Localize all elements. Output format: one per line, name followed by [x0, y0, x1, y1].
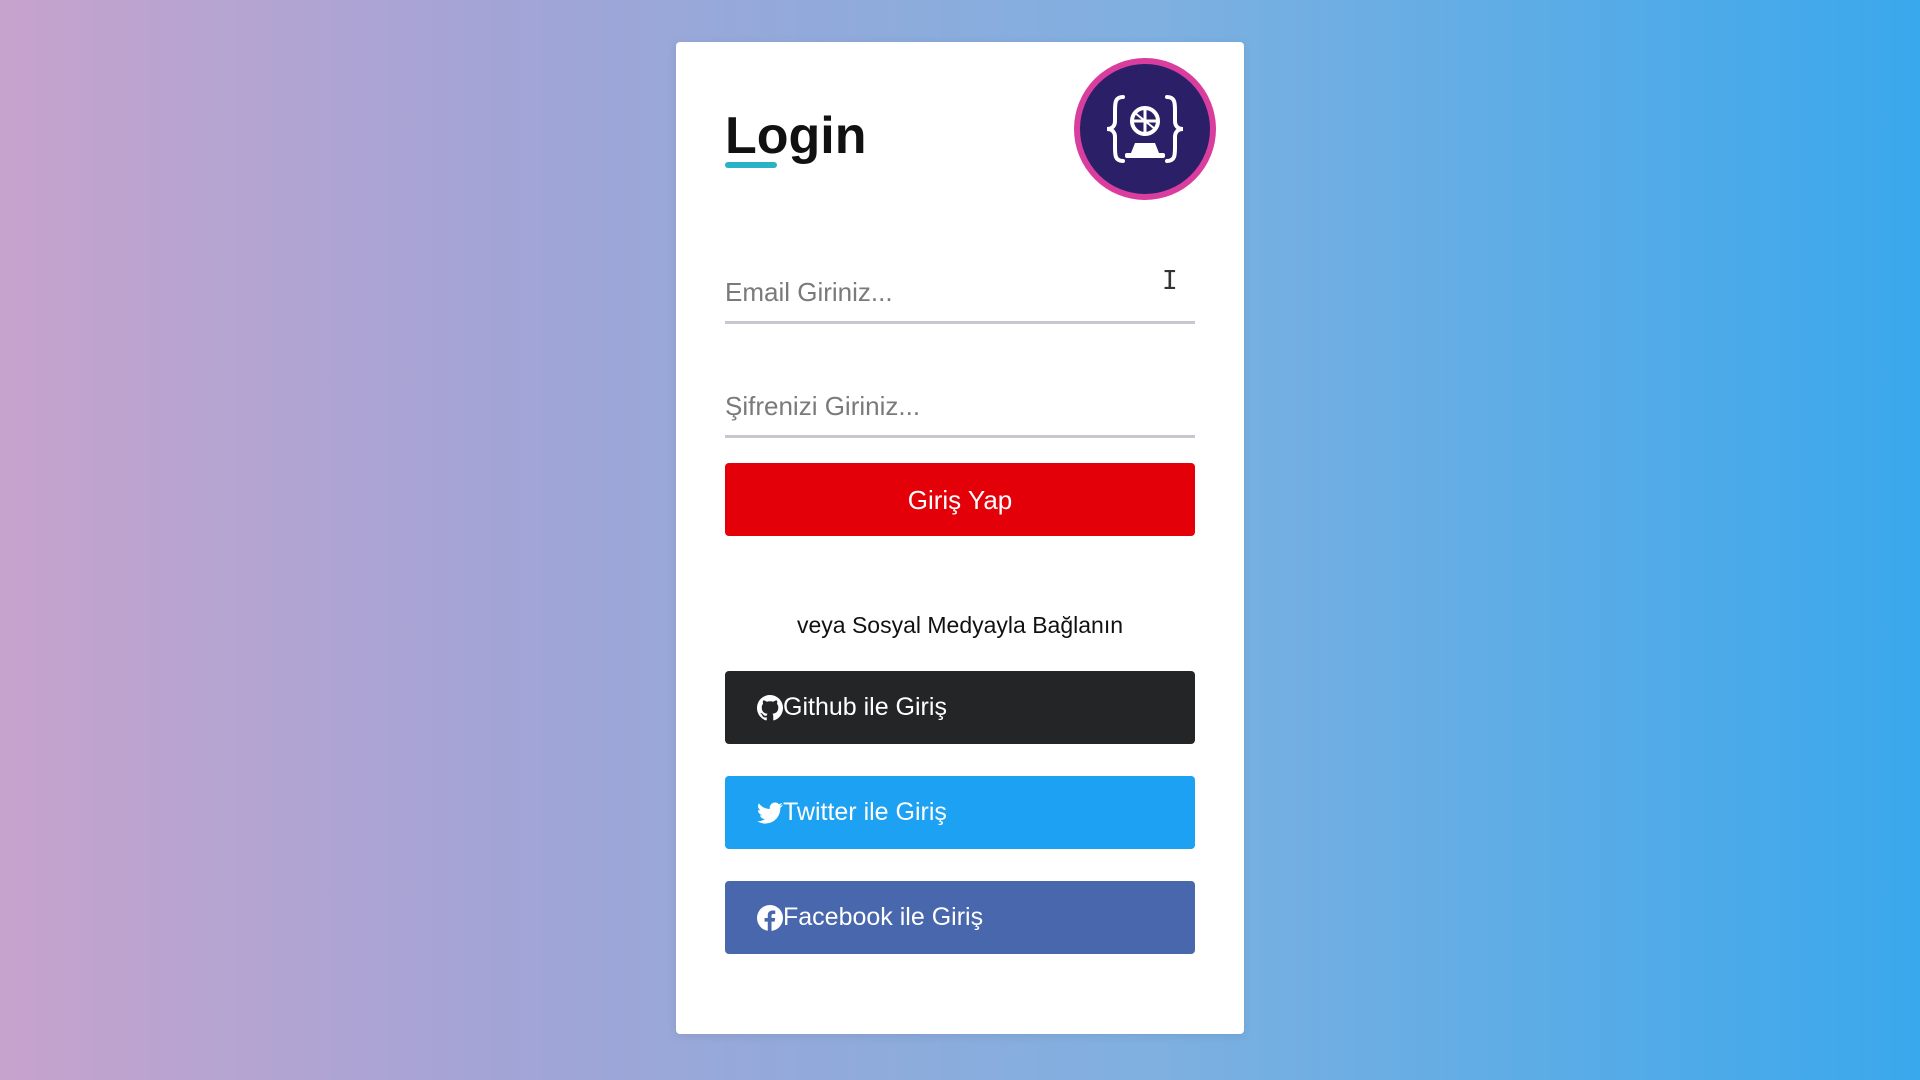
social-connect-text: veya Sosyal Medyayla Bağlanın [796, 612, 1124, 638]
title-underline [725, 162, 777, 168]
email-input[interactable] [725, 264, 1195, 324]
login-card: Login I Giriş Yap veya Sosyal Medyayla B… [676, 42, 1244, 1034]
twitter-icon [757, 800, 783, 826]
github-icon [757, 694, 783, 721]
github-login-label: Github ile Giriş [783, 693, 947, 721]
facebook-login-label: Facebook ile Giriş [783, 903, 984, 931]
password-input[interactable] [725, 378, 1195, 438]
twitter-login-label: Twitter ile Giriş [783, 798, 947, 826]
login-button-label: Giriş Yap [907, 484, 1013, 515]
code-brackets-logo-icon [1074, 58, 1216, 200]
login-button[interactable]: Giriş Yap [725, 463, 1195, 536]
facebook-login-button[interactable]: Facebook ile Giriş [725, 881, 1195, 954]
page-title: Login [725, 107, 867, 165]
github-login-button[interactable]: Github ile Giriş [725, 671, 1195, 744]
text-cursor-icon: I [1162, 266, 1178, 296]
twitter-login-button[interactable]: Twitter ile Giriş [725, 776, 1195, 849]
facebook-icon [757, 904, 783, 931]
